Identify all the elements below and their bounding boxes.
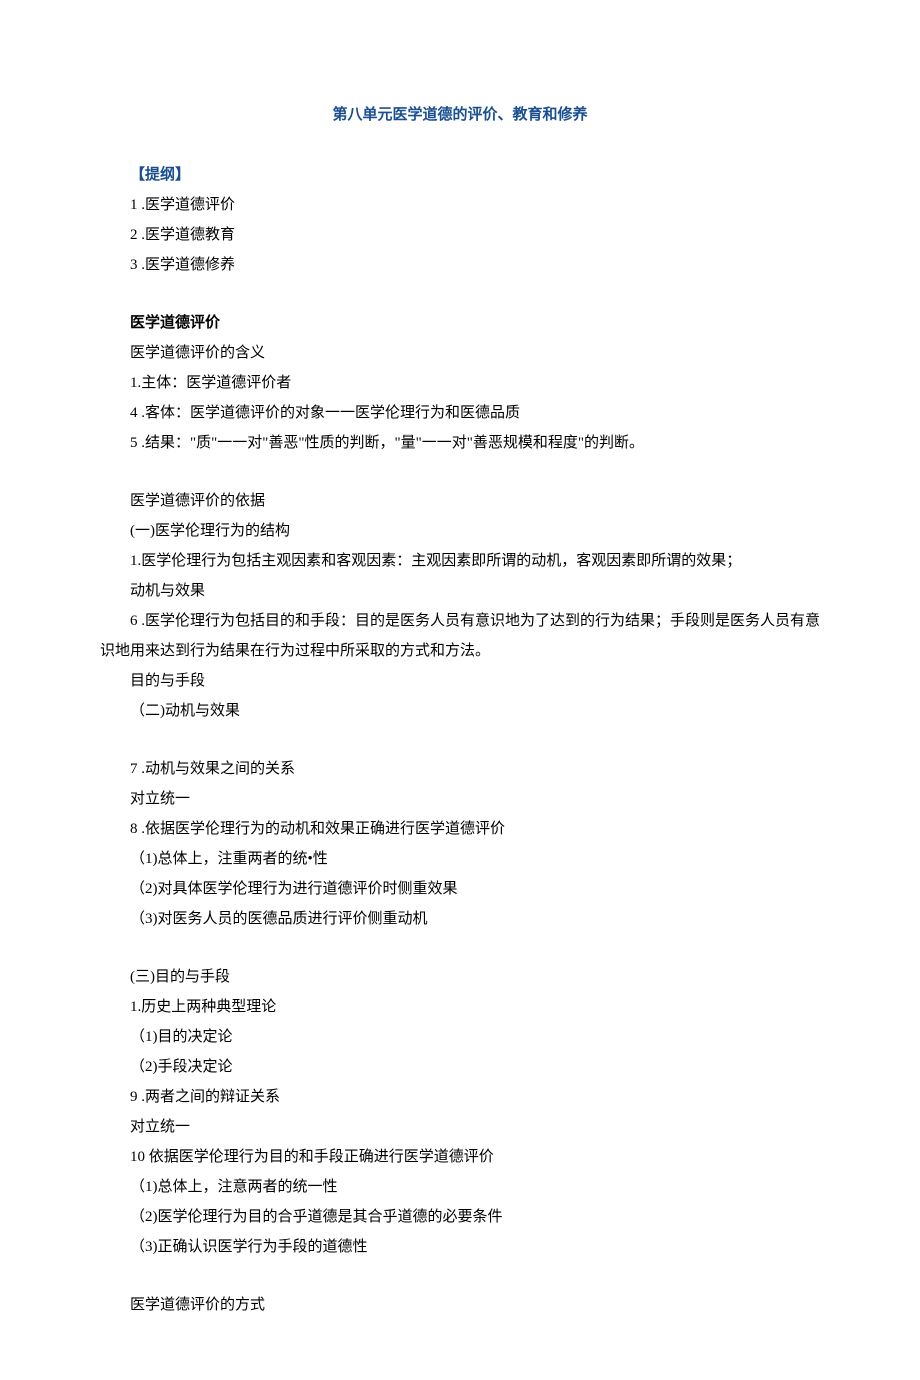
spacer [100,1262,820,1290]
sub2-p20: （1)总体上，注意两者的统一性 [100,1172,820,1202]
sub2-p19: 10 依据医学伦理行为目的和手段正确进行医学道德评价 [100,1142,820,1172]
sub2-p4: 6 .医学伦理行为包括目的和手段：目的是医务人员有意识地为了达到的行为结果；手段… [100,606,820,666]
sub2-p1: (一)医学伦理行为的结构 [100,516,820,546]
sub2-p18: 对立统一 [100,1112,820,1142]
sub2-p2: 1.医学伦理行为包括主观因素和客观因素：主观因素即所谓的动机，客观因素即所谓的效… [100,546,820,576]
sub1-line2: 4 .客体：医学道德评价的对象一一医学伦理行为和医德品质 [100,398,820,428]
sub2-title: 医学道德评价的依据 [100,486,820,516]
sub2-p17: 9 .两者之间的辩证关系 [100,1082,820,1112]
sub2-p22: （3)正确认识医学行为手段的道德性 [100,1232,820,1262]
sub2-p6: （二)动机与效果 [100,696,820,726]
sub1-line1: 1.主体：医学道德评价者 [100,368,820,398]
spacer [100,458,820,486]
sub2-p21: （2)医学伦理行为目的合乎道德是其合乎道德的必要条件 [100,1202,820,1232]
sub1-line3: 5 .结果："质"一一对"善恶"性质的判断，"量"一一对"善恶规模和程度"的判断… [100,428,820,458]
sub2-p15: （1)目的决定论 [100,1022,820,1052]
sub2-p13: (三)目的与手段 [100,962,820,992]
sub2-p8: 对立统一 [100,784,820,814]
sub2-p16: （2)手段决定论 [100,1052,820,1082]
outline-item-1: 1 .医学道德评价 [100,190,820,220]
sub2-p10: （1)总体上，注重两者的统•性 [100,844,820,874]
sub2-p3: 动机与效果 [100,576,820,606]
sub2-p5: 目的与手段 [100,666,820,696]
outline-item-2: 2 .医学道德教育 [100,220,820,250]
spacer [100,934,820,962]
sub2-p11: （2)对具体医学伦理行为进行道德评价时侧重效果 [100,874,820,904]
spacer [100,280,820,308]
sub2-p7: 7 .动机与效果之间的关系 [100,754,820,784]
spacer [100,726,820,754]
sub3-title: 医学道德评价的方式 [100,1290,820,1320]
sub1-title: 医学道德评价的含义 [100,338,820,368]
section1-header: 医学道德评价 [100,308,820,338]
sub2-p14: 1.历史上两种典型理论 [100,992,820,1022]
outline-item-3: 3 .医学道德修养 [100,250,820,280]
outline-header: 【提纲】 [100,160,820,190]
sub2-p12: （3)对医务人员的医德品质进行评价侧重动机 [100,904,820,934]
page-title: 第八单元医学道德的评价、教育和修养 [100,100,820,130]
sub2-p9: 8 .依据医学伦理行为的动机和效果正确进行医学道德评价 [100,814,820,844]
